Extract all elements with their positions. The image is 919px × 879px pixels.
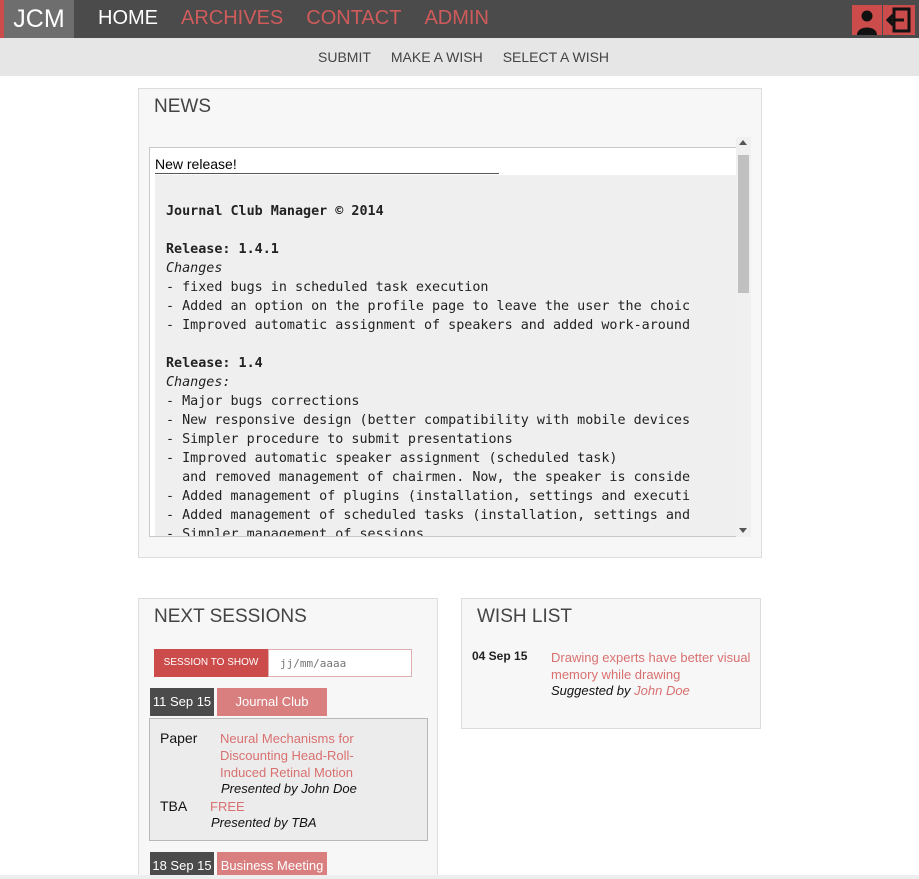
change-line: and removed management of chairmen. Now,… [166, 470, 691, 485]
subnav-submit[interactable]: SUBMIT [318, 38, 371, 76]
entry-kind-label: Paper [160, 730, 198, 746]
sub-navbar: SUBMIT MAKE A WISH SELECT A WISH [0, 38, 919, 76]
changes-label: Changes: [166, 375, 231, 390]
wish-suggested-by: Suggested by John Doe [551, 683, 690, 698]
wish-link[interactable]: Drawing experts have better visual memor… [551, 649, 751, 683]
session-date-input[interactable] [268, 649, 412, 677]
arrow-up-icon [739, 140, 747, 145]
news-content: Journal Club Manager © 2014 Release: 1.4… [155, 175, 737, 537]
wish-author-link[interactable]: John Doe [634, 683, 690, 698]
main-nav: HOME ARCHIVES CONTACT ADMIN [98, 0, 512, 38]
scroll-down-button[interactable] [736, 525, 751, 537]
app-logo[interactable]: JCM [4, 0, 74, 38]
change-line: - Simpler procedure to submit presentati… [166, 432, 513, 447]
change-line: - Improved automatic assignment of speak… [166, 318, 691, 333]
page-bottom-edge [0, 875, 919, 879]
scroll-up-button[interactable] [736, 137, 751, 149]
news-scrollbar[interactable] [736, 137, 751, 537]
change-line: - Improved automatic speaker assignment … [166, 451, 618, 466]
news-scroll-area[interactable]: New release! Journal Club Manager © 2014… [149, 147, 751, 537]
user-icon [857, 10, 877, 35]
news-item-title: New release! [155, 156, 499, 174]
logout-icon [885, 7, 911, 33]
nav-admin[interactable]: ADMIN [424, 0, 488, 38]
wish-list-panel: WISH LIST 04 Sep 15 Drawing experts have… [461, 598, 761, 729]
wish-date: 04 Sep 15 [472, 649, 528, 663]
sessions-title: NEXT SESSIONS [154, 606, 307, 627]
change-line: - New responsive design (better compatib… [166, 413, 691, 428]
change-line: - Added management of scheduled tasks (i… [166, 508, 691, 523]
presenter-text: Presented by TBA [211, 815, 317, 830]
change-line: - fixed bugs in scheduled task execution [166, 280, 489, 295]
presenter-text: Presented by John Doe [221, 781, 357, 796]
subnav-select-a-wish[interactable]: SELECT A WISH [503, 38, 609, 76]
news-heading: Journal Club Manager © 2014 [166, 204, 384, 219]
change-line: - Added an option on the profile page to… [166, 299, 691, 314]
user-profile-button[interactable] [852, 5, 882, 35]
arrow-down-icon [739, 528, 747, 533]
session-type-badge: Journal Club [217, 688, 327, 716]
session-date-badge: 11 Sep 15 [150, 688, 214, 716]
logout-button[interactable] [883, 5, 915, 35]
release-label: Release: 1.4.1 [166, 242, 279, 257]
nav-archives[interactable]: ARCHIVES [181, 0, 283, 38]
scroll-thumb[interactable] [738, 155, 749, 293]
presentation-link[interactable]: FREE [210, 798, 245, 815]
suggested-by-label: Suggested by [551, 683, 631, 698]
change-line: - Added management of plugins (installat… [166, 489, 691, 504]
next-sessions-panel: NEXT SESSIONS SESSION TO SHOW 11 Sep 15 … [138, 598, 438, 879]
change-line: - Simpler management of sessions [166, 527, 424, 537]
entry-kind-label: TBA [160, 798, 188, 814]
changes-label: Changes [166, 261, 223, 276]
wishlist-title: WISH LIST [477, 606, 573, 627]
change-line: - Major bugs corrections [166, 394, 360, 409]
top-navbar: JCM HOME ARCHIVES CONTACT ADMIN [0, 0, 919, 38]
presentation-link[interactable]: Neural Mechanisms for Discounting Head-R… [220, 730, 380, 781]
news-panel: NEWS New release! Journal Club Manager ©… [138, 88, 762, 558]
nav-home[interactable]: HOME [98, 0, 158, 38]
subnav-make-a-wish[interactable]: MAKE A WISH [391, 38, 483, 76]
release-label: Release: 1.4 [166, 356, 263, 371]
news-title: NEWS [154, 96, 211, 117]
session-details: Paper Neural Mechanisms for Discounting … [149, 718, 428, 841]
session-to-show-label: SESSION TO SHOW [154, 649, 268, 677]
nav-contact[interactable]: CONTACT [306, 0, 401, 38]
